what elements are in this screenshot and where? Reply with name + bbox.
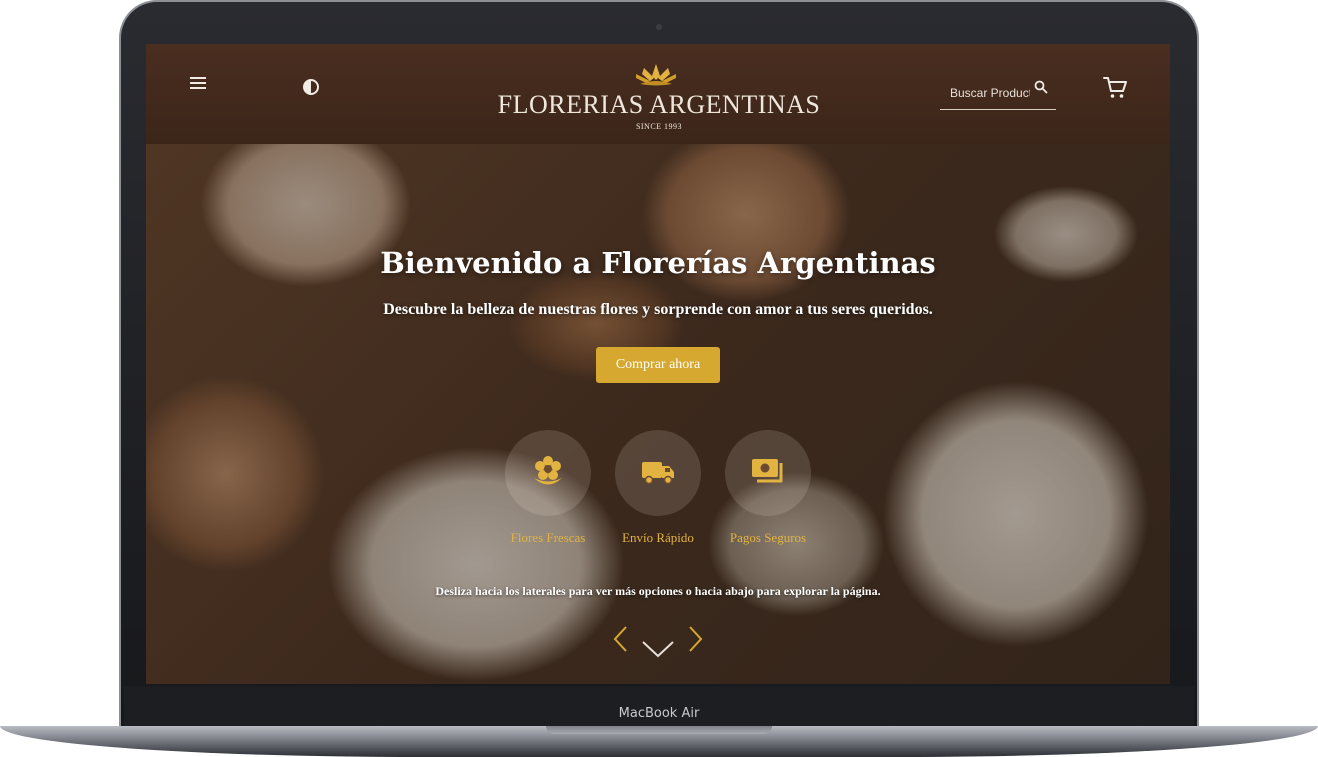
- feature-secure-payments[interactable]: Pagos Seguros: [713, 430, 823, 550]
- feature-fresh-flowers[interactable]: Flores Frescas: [493, 430, 603, 550]
- flower-icon: [534, 456, 562, 485]
- search-input[interactable]: [950, 84, 1030, 102]
- truck-icon: [642, 462, 674, 485]
- logo-name: FLORERIAS ARGENTINAS: [497, 90, 821, 119]
- theme-toggle-icon[interactable]: [303, 79, 319, 95]
- site-logo[interactable]: FLORERIAS ARGENTINAS SINCE 1993: [494, 62, 824, 132]
- hero-overlay: [146, 144, 1170, 684]
- device-label: MacBook Air: [618, 706, 700, 721]
- chevron-right-icon[interactable]: [684, 624, 706, 654]
- lotus-flower-icon: [636, 64, 676, 86]
- feature-label: Pagos Seguros: [729, 530, 807, 545]
- laptop-notch: [546, 726, 772, 734]
- site-header: FLORERIAS ARGENTINAS SINCE 1993: [146, 44, 1170, 144]
- chevron-down-icon[interactable]: [640, 638, 676, 660]
- webcam: [656, 24, 662, 30]
- logo-tagline: SINCE 1993: [635, 122, 683, 131]
- hero-title: Bienvenido a Florerías Argentinas: [380, 246, 936, 280]
- money-icon: [752, 459, 783, 483]
- chevron-left-icon[interactable]: [610, 624, 632, 654]
- feature-circle: [615, 430, 701, 516]
- search-icon[interactable]: [1034, 80, 1048, 94]
- laptop-chin: MacBook Air: [124, 686, 1194, 730]
- browser-screen: FLORERIAS ARGENTINAS SINCE 1993 Bienveni…: [146, 44, 1170, 684]
- swipe-hint: Desliza hacia los laterales para ver más…: [435, 584, 881, 598]
- hero-subtitle: Descubre la belleza de nuestras flores y…: [383, 301, 933, 318]
- feature-label: Envío Rápido: [622, 530, 694, 545]
- cart-icon[interactable]: [1102, 74, 1128, 100]
- feature-circle: [725, 430, 811, 516]
- feature-fast-shipping[interactable]: Envío Rápido: [603, 430, 713, 550]
- search-box: [940, 78, 1056, 110]
- hamburger-menu-icon[interactable]: [190, 77, 206, 91]
- hero-banner: Bienvenido a Florerías Argentinas Descub…: [146, 144, 1170, 684]
- buy-now-button[interactable]: Comprar ahora: [596, 347, 720, 383]
- feature-label: Flores Frescas: [510, 530, 586, 545]
- feature-circle: [505, 430, 591, 516]
